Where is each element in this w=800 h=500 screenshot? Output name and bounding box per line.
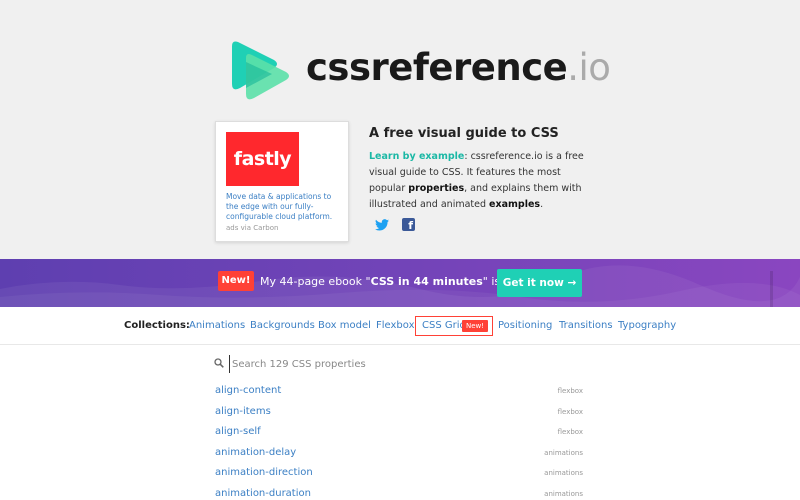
list-item[interactable]: align-self flexbox <box>215 423 583 444</box>
hero-section: cssreference.io fastly Move data & appli… <box>0 0 800 259</box>
facebook-icon[interactable]: f <box>402 218 415 232</box>
search-icon <box>214 358 224 368</box>
ebook-banner: New! My 44-page ebook "CSS in 44 minutes… <box>0 259 800 307</box>
ad-via-label[interactable]: ads via Carbon <box>226 224 278 232</box>
collections-label: Collections: <box>124 320 190 331</box>
collection-flexbox[interactable]: Flexbox <box>376 320 415 331</box>
list-item[interactable]: align-content flexbox <box>215 382 583 403</box>
collection-positioning[interactable]: Positioning <box>498 320 552 331</box>
collection-css-grid[interactable]: CSS Grid New! <box>415 316 493 336</box>
collection-transitions[interactable]: Transitions <box>559 320 613 331</box>
logo-text: cssreference.io <box>306 46 611 89</box>
property-category: animations <box>544 448 583 457</box>
property-category: animations <box>544 489 583 498</box>
about-title: A free visual guide to CSS <box>369 126 559 141</box>
carbon-ad[interactable]: fastly Move data & applications to the e… <box>215 121 349 242</box>
about-text: Learn by example: cssreference.io is a f… <box>369 149 594 213</box>
ebook-title: CSS in 44 minutes <box>370 275 483 288</box>
ad-text[interactable]: Move data & applications to the edge wit… <box>226 192 344 222</box>
banner-text-part: My 44-page ebook " <box>260 275 371 288</box>
property-list: align-content flexbox align-items flexbo… <box>215 382 583 500</box>
property-category: animations <box>544 469 583 477</box>
logo-name: cssreference <box>306 46 568 89</box>
learn-by-example-link[interactable]: Learn by example <box>369 151 464 162</box>
property-name[interactable]: animation-delay <box>215 447 296 458</box>
property-category: flexbox <box>557 428 583 436</box>
list-item[interactable]: animation-delay animations <box>215 444 583 465</box>
property-name[interactable]: animation-duration <box>215 488 311 499</box>
search-bar <box>214 355 584 373</box>
about-section: A free visual guide to CSS Learn by exam… <box>369 126 594 213</box>
examples-emphasis: examples <box>489 199 541 210</box>
twitter-icon[interactable] <box>375 219 389 231</box>
property-name[interactable]: align-items <box>215 406 271 417</box>
ad-brand-logo[interactable]: fastly <box>226 132 299 186</box>
list-item[interactable]: animation-duration animations <box>215 485 583 500</box>
new-badge: New! <box>218 271 254 291</box>
property-name[interactable]: animation-direction <box>215 467 313 478</box>
social-links: f <box>375 218 435 234</box>
get-it-now-button[interactable]: Get it now → <box>497 269 582 297</box>
collection-typography[interactable]: Typography <box>618 320 676 331</box>
css-grid-new-badge: New! <box>462 320 488 332</box>
property-name[interactable]: align-content <box>215 385 281 396</box>
search-input[interactable] <box>229 355 569 373</box>
logo-tld: .io <box>567 46 611 89</box>
property-category: flexbox <box>557 387 583 395</box>
collection-box-model[interactable]: Box model <box>318 320 371 331</box>
collection-animations[interactable]: Animations <box>189 320 245 331</box>
property-category: flexbox <box>557 407 583 416</box>
collection-backgrounds[interactable]: Backgrounds <box>250 320 315 331</box>
list-item[interactable]: animation-direction animations <box>215 464 583 485</box>
properties-emphasis: properties <box>408 183 465 194</box>
play-logo-icon <box>232 41 289 100</box>
collections-nav: Collections: Animations Backgrounds Box … <box>0 307 800 345</box>
property-name[interactable]: align-self <box>215 426 261 437</box>
about-text-part: . <box>540 199 544 210</box>
list-item[interactable]: align-items flexbox <box>215 403 583 424</box>
collection-css-grid-label: CSS Grid <box>422 320 466 331</box>
site-logo[interactable]: cssreference.io <box>228 38 611 102</box>
